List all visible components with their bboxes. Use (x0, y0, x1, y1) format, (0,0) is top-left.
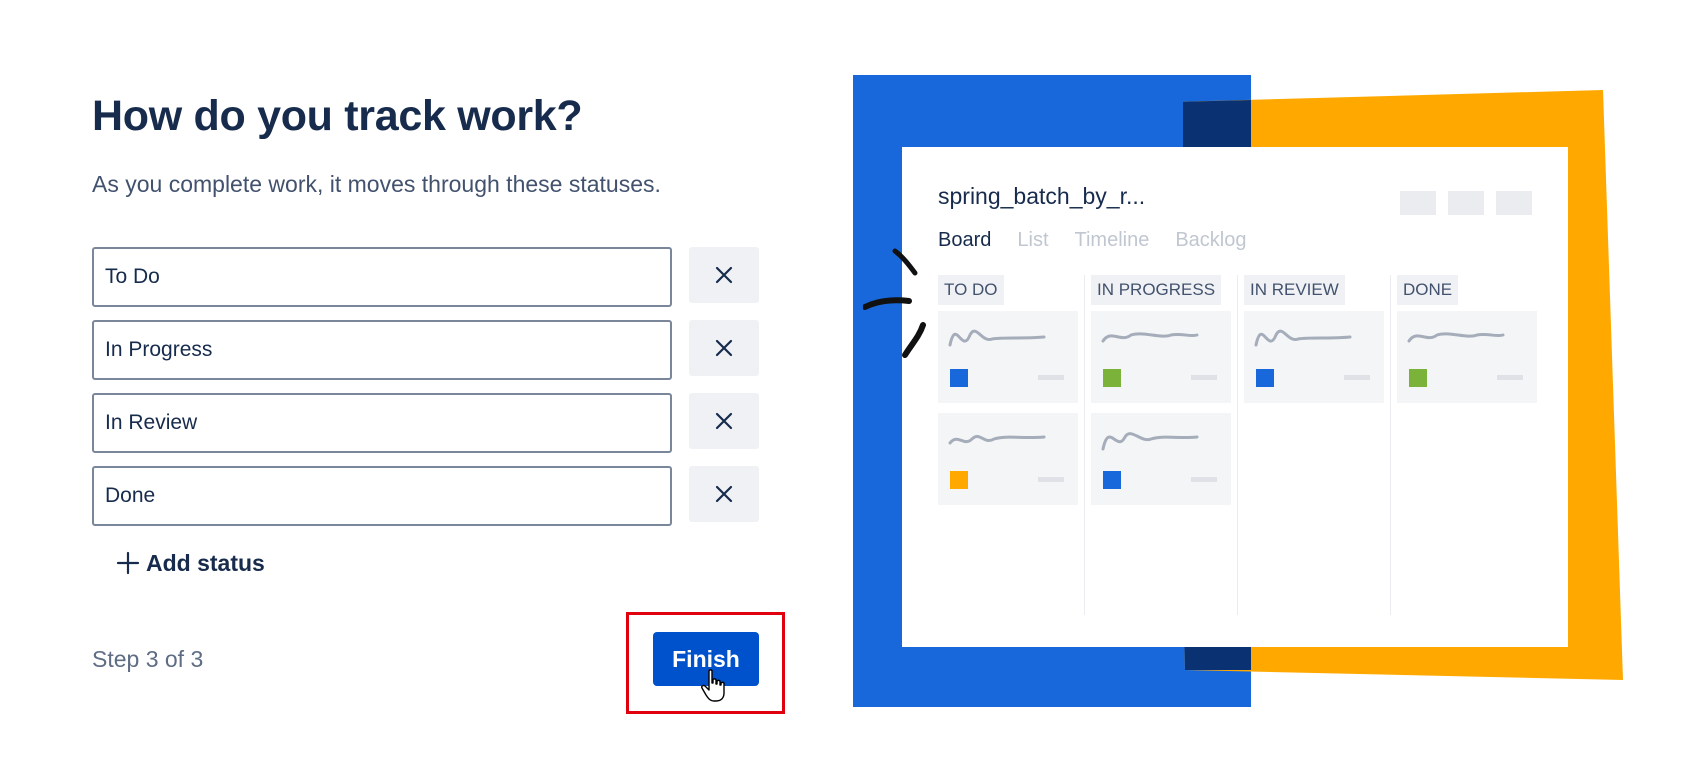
tab-list: List (1017, 229, 1049, 251)
board-illustration: spring_batch_by_r... Board List Timeline… (853, 75, 1628, 707)
board-card (938, 311, 1078, 403)
remove-status-button[interactable] (689, 320, 759, 376)
board-card (938, 413, 1078, 505)
toolbar-placeholder (1448, 191, 1484, 215)
board-column: DONE (1397, 275, 1537, 615)
board-card (1397, 311, 1537, 403)
column-header: IN REVIEW (1244, 275, 1345, 305)
board-column: IN REVIEW (1244, 275, 1384, 615)
plus-icon (116, 551, 140, 575)
brush-strokes-decoration (863, 248, 926, 358)
board-tabs: Board List Timeline Backlog (938, 229, 1247, 252)
board-card (1091, 311, 1231, 403)
close-icon (715, 412, 733, 430)
board-card (1091, 413, 1231, 505)
remove-status-button[interactable] (689, 393, 759, 449)
status-row (92, 393, 762, 453)
status-row (92, 247, 762, 307)
column-header: IN PROGRESS (1091, 275, 1222, 305)
add-status-label: Add status (146, 549, 265, 576)
close-icon (715, 266, 733, 284)
column-header: TO DO (938, 275, 1004, 305)
status-input-2[interactable] (92, 320, 672, 380)
status-input-1[interactable] (92, 247, 672, 307)
status-input-3[interactable] (92, 393, 672, 453)
remove-status-button[interactable] (689, 466, 759, 522)
close-icon (715, 485, 733, 503)
tab-timeline: Timeline (1074, 229, 1150, 251)
hand-pointer-icon (701, 669, 725, 702)
toolbar-placeholder (1400, 191, 1436, 215)
status-row (92, 466, 762, 526)
tab-backlog: Backlog (1175, 229, 1247, 251)
add-status-button[interactable]: Add status (116, 546, 265, 580)
page-subtitle: As you complete work, it moves through t… (92, 171, 661, 197)
board-preview: spring_batch_by_r... Board List Timeline… (902, 147, 1568, 647)
column-header: DONE (1397, 275, 1459, 305)
page-title: How do you track work? (92, 92, 583, 140)
status-row (92, 320, 762, 380)
board-column: IN PROGRESS (1091, 275, 1231, 615)
tab-board: Board (938, 229, 992, 251)
remove-status-button[interactable] (689, 247, 759, 303)
board-title: spring_batch_by_r... (938, 183, 1146, 209)
step-indicator: Step 3 of 3 (92, 646, 204, 672)
close-icon (715, 339, 733, 357)
board-column: TO DO (938, 275, 1078, 615)
board-card (1244, 311, 1384, 403)
toolbar-placeholder (1496, 191, 1532, 215)
status-input-4[interactable] (92, 466, 672, 526)
